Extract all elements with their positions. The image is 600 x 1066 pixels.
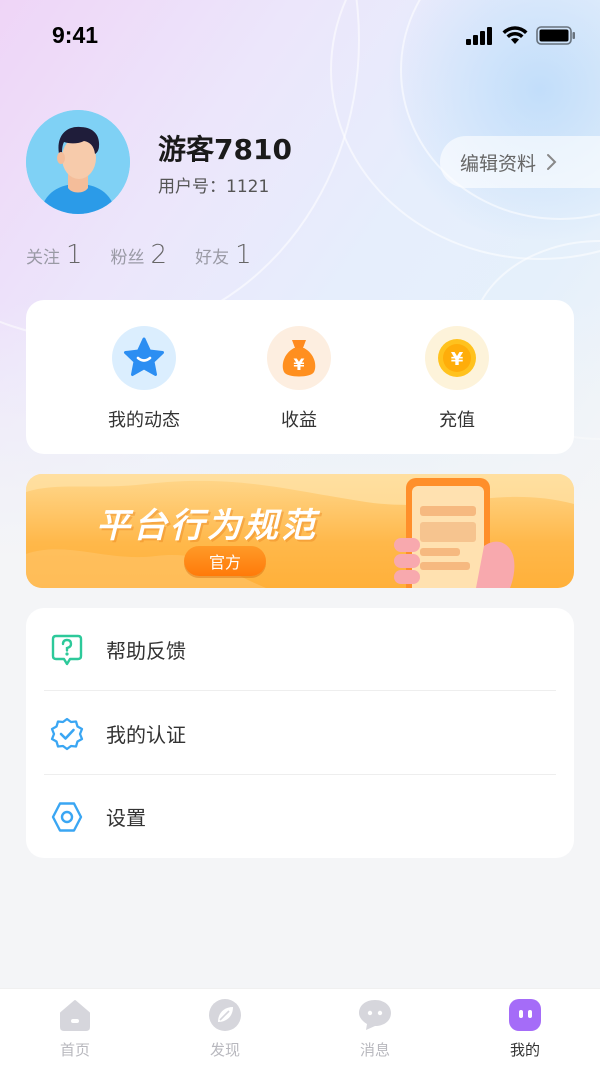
menu-item-help-feedback[interactable]: 帮助反馈 — [44, 608, 556, 691]
tab-messages[interactable]: 消息 — [300, 989, 450, 1066]
svg-text:¥: ¥ — [451, 349, 464, 370]
tab-bar: 首页 发现 消息 我的 — [0, 988, 600, 1066]
stat-fans[interactable]: 粉丝 2 — [111, 240, 168, 270]
menu-card: 帮助反馈 我的认证 设置 — [26, 608, 574, 858]
settings-icon — [44, 800, 94, 834]
quick-actions-card: 我的动态 ¥ 收益 ¥ 充值 — [26, 300, 574, 454]
verified-badge-icon — [44, 717, 94, 751]
compass-icon — [209, 999, 241, 1031]
user-id: 用户号：1121 — [158, 177, 270, 197]
stat-value: 2 — [150, 240, 168, 270]
quick-action-label: 收益 — [281, 410, 317, 431]
stat-following[interactable]: 关注 1 — [26, 240, 83, 270]
phone-hand-illustration — [394, 478, 515, 588]
tab-label: 消息 — [359, 1041, 390, 1059]
banner-tag: 官方 — [184, 546, 266, 576]
quick-action-label: 我的动态 — [108, 410, 180, 431]
stat-value: 1 — [235, 240, 252, 270]
wifi-icon — [502, 26, 528, 44]
home-icon — [60, 1000, 90, 1031]
menu-item-verification[interactable]: 我的认证 — [44, 692, 556, 775]
stats-row: 关注 1 粉丝 2 好友 1 — [26, 240, 280, 270]
edit-profile-button[interactable]: 编辑资料 — [440, 136, 600, 188]
tab-label: 发现 — [209, 1041, 240, 1059]
status-bar: 9:41 — [0, 0, 600, 72]
banner-title: 平台行为规范 — [96, 506, 318, 546]
quick-action-recharge[interactable]: ¥ 充值 — [397, 326, 517, 432]
stat-friends[interactable]: 好友 1 — [195, 240, 252, 270]
tab-discover[interactable]: 发现 — [150, 989, 300, 1066]
menu-item-settings[interactable]: 设置 — [44, 775, 556, 858]
money-bag-icon: ¥ — [267, 326, 331, 390]
quick-action-earnings[interactable]: ¥ 收益 — [239, 326, 359, 432]
menu-item-label: 设置 — [106, 806, 146, 830]
tab-label: 我的 — [509, 1041, 540, 1059]
menu-item-label: 帮助反馈 — [106, 639, 186, 663]
tab-label: 首页 — [59, 1041, 90, 1059]
signal-icon — [466, 26, 492, 45]
stat-label: 好友 — [195, 248, 230, 268]
quick-action-my-posts[interactable]: 我的动态 — [84, 326, 204, 432]
avatar-illustration — [26, 110, 130, 214]
stat-value: 1 — [66, 240, 83, 270]
status-time: 9:41 — [52, 22, 99, 48]
tab-profile[interactable]: 我的 — [450, 989, 600, 1066]
tab-home[interactable]: 首页 — [0, 989, 150, 1066]
menu-item-label: 我的认证 — [106, 723, 186, 747]
stat-label: 粉丝 — [110, 248, 145, 268]
stat-label: 关注 — [26, 248, 60, 268]
star-icon — [112, 326, 176, 390]
help-feedback-icon — [44, 633, 94, 667]
edit-profile-label: 编辑资料 — [460, 152, 537, 175]
status-icons — [466, 26, 576, 45]
platform-rules-banner[interactable]: 平台行为规范 官方 — [26, 474, 574, 588]
chat-icon — [359, 1000, 391, 1030]
svg-text:¥: ¥ — [293, 355, 304, 374]
menu-divider — [44, 690, 556, 691]
battery-icon — [536, 26, 575, 45]
avatar[interactable] — [26, 110, 130, 214]
chevron-right-icon — [547, 154, 557, 170]
quick-action-label: 充值 — [439, 410, 475, 431]
yen-coin-icon: ¥ — [425, 326, 489, 390]
profile-face-icon — [509, 999, 541, 1031]
username: 游客7810 — [158, 133, 292, 166]
